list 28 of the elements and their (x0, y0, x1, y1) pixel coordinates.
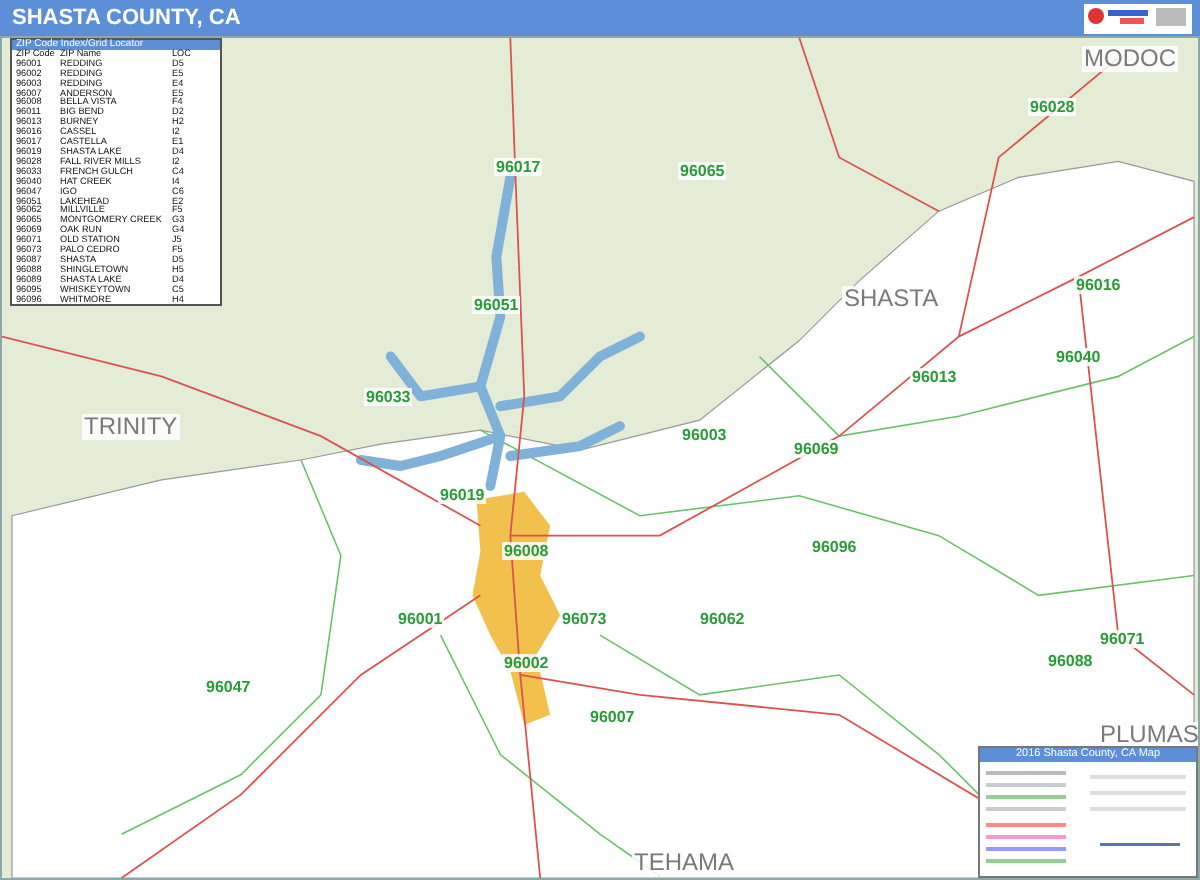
zip-label: 96003 (680, 426, 729, 444)
zip-label: 96071 (1098, 630, 1147, 648)
zip-label: 96013 (910, 368, 959, 386)
zip-label: 96051 (472, 296, 521, 314)
zip-label: 96016 (1074, 276, 1123, 294)
zip-label: 96047 (204, 678, 253, 696)
zip-label: 96040 (1054, 348, 1103, 366)
zip-label: 96017 (494, 158, 543, 176)
zip-label: 96008 (502, 542, 551, 560)
region-label: TEHAMA (632, 850, 737, 876)
region-label: TRINITY (82, 414, 180, 440)
zip-label: 96002 (502, 654, 551, 672)
zip-label: 96069 (792, 440, 841, 458)
zip-label: 96019 (438, 486, 487, 504)
zip-label: 96028 (1028, 98, 1077, 116)
zip-label: 96065 (678, 162, 727, 180)
zip-label: 96088 (1046, 652, 1095, 670)
zip-label: 96096 (810, 538, 859, 556)
zip-label: 96033 (364, 388, 413, 406)
region-label: PLUMAS (1098, 722, 1198, 748)
zip-label: 96007 (588, 708, 637, 726)
logo-icon (1084, 3, 1192, 33)
region-label: SHASTA (842, 286, 941, 312)
region-label: MODOC (1082, 46, 1178, 72)
zip-label: 96073 (560, 610, 609, 628)
zip-label: 96001 (396, 610, 445, 628)
map-title: SHASTA COUNTY, CA (12, 6, 241, 30)
zip-label: 96062 (698, 610, 747, 628)
